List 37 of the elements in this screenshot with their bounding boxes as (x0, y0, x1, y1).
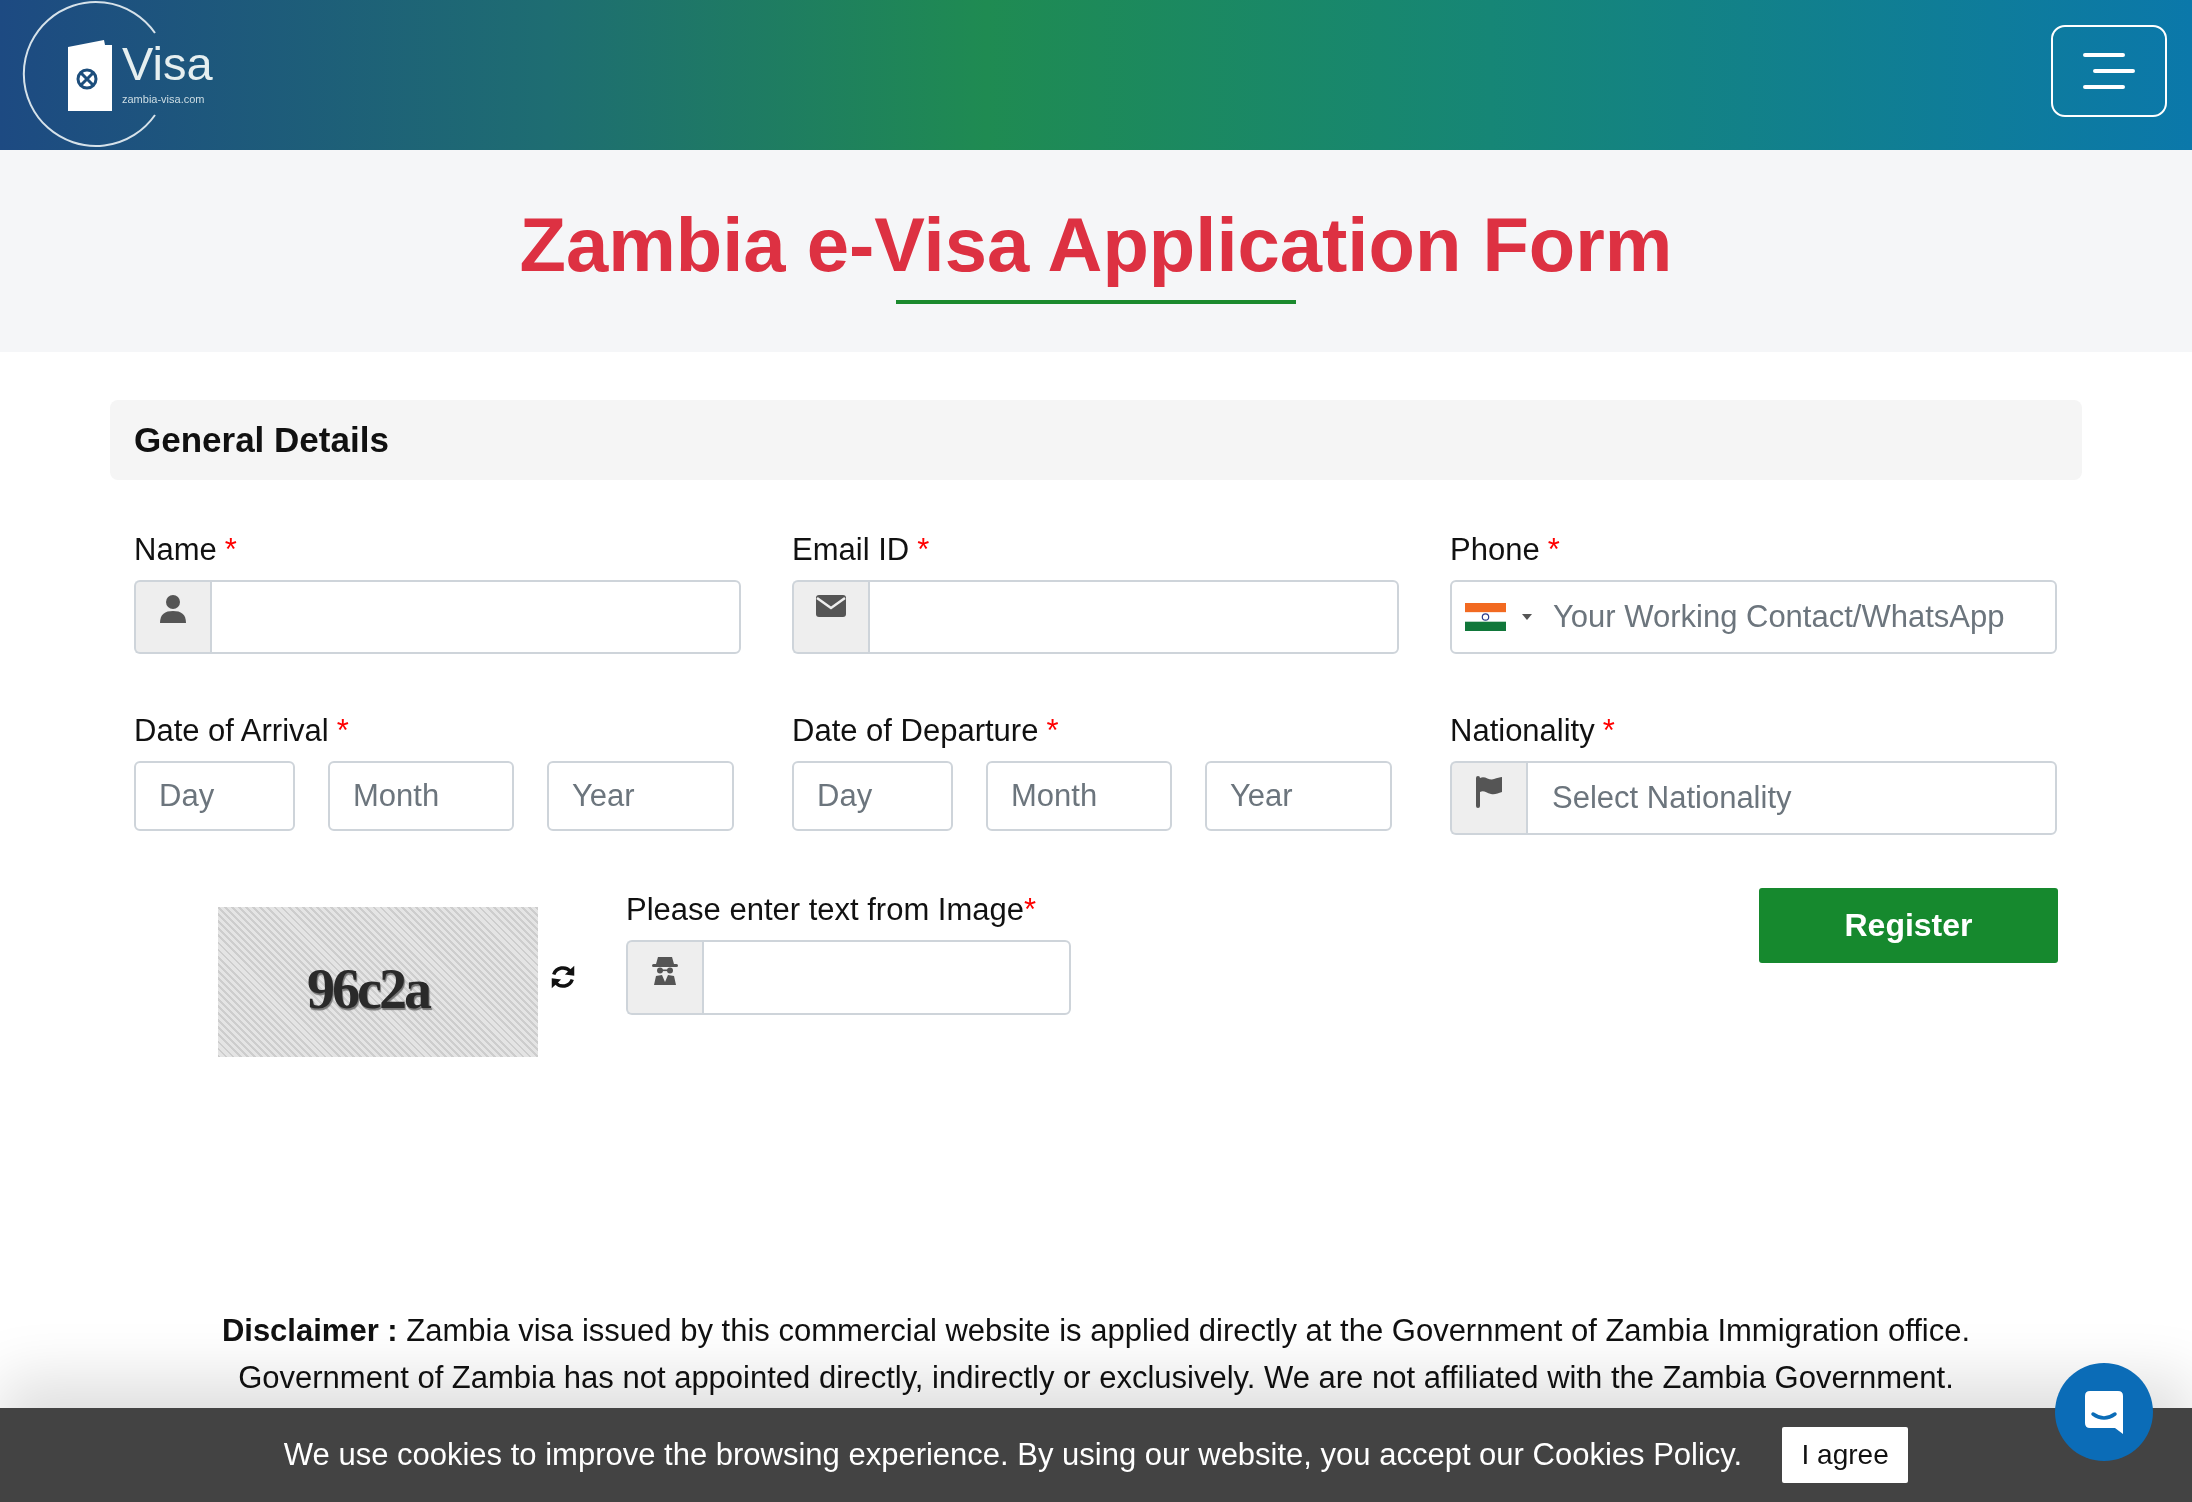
incognito-icon (651, 955, 679, 985)
phone-input[interactable]: Your Working Contact/WhatsApp (1450, 580, 2057, 654)
date-input[interactable]: Year (1205, 761, 1392, 831)
date-input[interactable]: Day (134, 761, 295, 831)
field-label: Date of Arrival * (134, 713, 350, 749)
field-label: Date of Departure * (792, 713, 1060, 749)
cookie-message: We use cookies to improve the browsing experience. By using our website, you accept our Cookies Policy. (283, 1437, 1743, 1473)
logo-domain: zambia-visa.com (122, 92, 206, 105)
field-label: Name * (134, 532, 238, 568)
register-button[interactable]: Register (1759, 888, 2058, 963)
logo-text: Visa (122, 39, 213, 88)
field-label: Email ID * (792, 532, 931, 568)
section-title: General Details (134, 420, 389, 460)
captcha-input[interactable] (702, 940, 1071, 1015)
envelope-icon (816, 595, 846, 617)
person-icon (160, 595, 186, 623)
name-input[interactable] (210, 580, 741, 654)
agree-button[interactable]: I agree (1782, 1427, 1909, 1483)
disclaimer-text: Disclaimer : Zambia visa issued by this commercial website is applied directly at the Government of Zambia Immigration office. Government of Zambia has not appointed directly, indirectly or exclusively. We are not affiliated with the Zambia Government. (220, 1312, 1972, 1397)
menu-button[interactable] (2051, 25, 2167, 117)
email-input[interactable] (868, 580, 1399, 654)
captcha-text: 96c2a (307, 957, 429, 1021)
field-label: Nationality * (1450, 713, 1616, 749)
field-label: Phone * (1450, 532, 1561, 568)
page-title: Zambia e-Visa Application Form (519, 201, 1673, 289)
caret-icon[interactable] (1522, 614, 1532, 620)
passport-icon (68, 39, 112, 111)
date-input[interactable]: Day (792, 761, 953, 831)
date-input[interactable]: Year (547, 761, 734, 831)
date-input[interactable]: Month (986, 761, 1172, 831)
flag-icon (1476, 776, 1502, 808)
menu-icon (2083, 53, 2135, 89)
chat-icon[interactable] (2055, 1363, 2153, 1461)
field-label: Please enter text from Image* (626, 892, 1038, 928)
country-flag-icon[interactable] (1465, 603, 1506, 631)
date-input[interactable]: Month (328, 761, 514, 831)
nationality-input[interactable]: Select Nationality (1526, 761, 2057, 835)
